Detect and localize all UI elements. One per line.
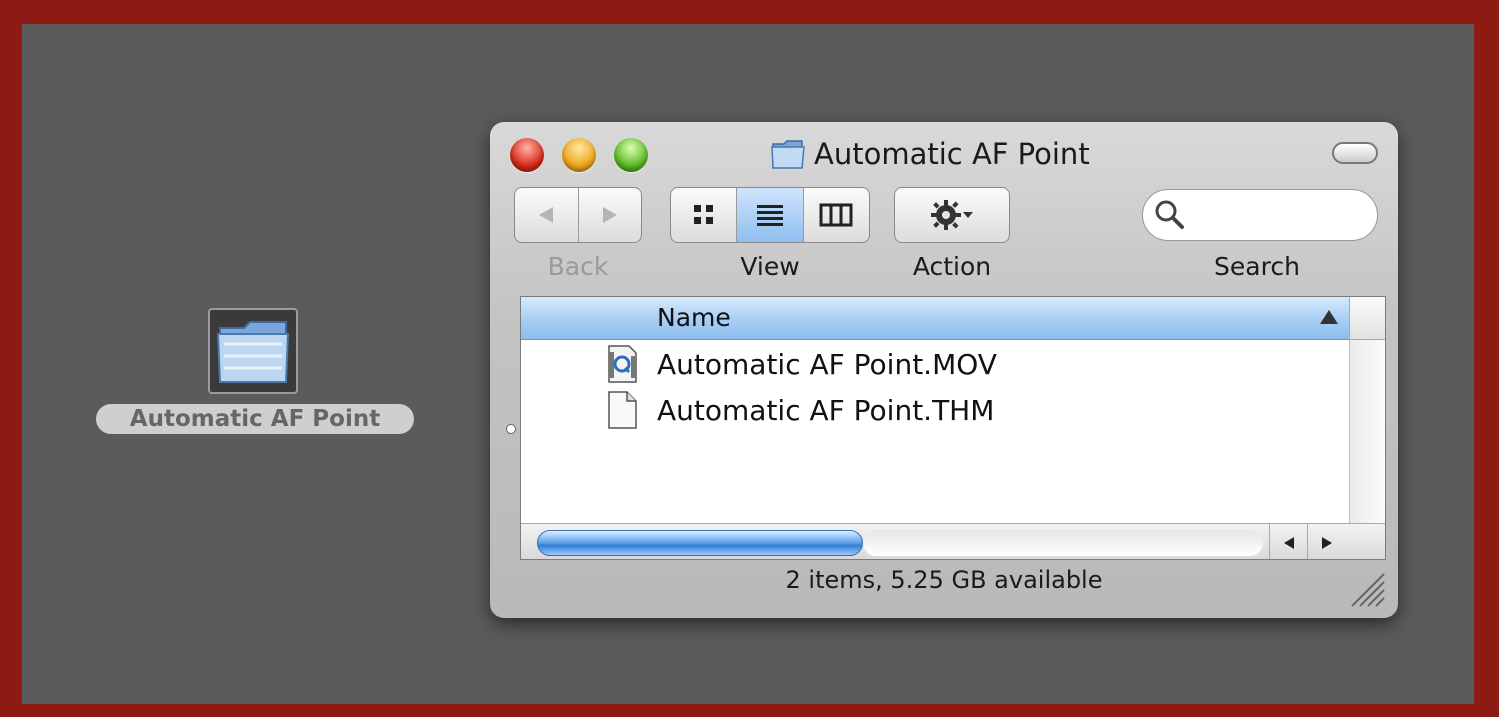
horizontal-scrollbar[interactable]: [521, 523, 1385, 559]
forward-button[interactable]: [577, 188, 642, 242]
right-arrow-icon: [602, 207, 617, 223]
right-arrow-icon: [1322, 536, 1332, 549]
column-header-name[interactable]: Name: [521, 297, 1349, 340]
sort-ascending-icon: [1320, 310, 1338, 324]
gear-icon: [931, 200, 973, 230]
action-label: Action: [912, 252, 992, 281]
toolbar-toggle-button[interactable]: [1332, 142, 1378, 164]
back-label: Back: [547, 252, 609, 281]
resize-grip-icon[interactable]: [1346, 568, 1386, 608]
view-control: [670, 187, 870, 243]
window-title-text: Automatic AF Point: [814, 137, 1090, 171]
column-header-label: Name: [657, 303, 731, 332]
file-name: Automatic AF Point.MOV: [657, 347, 997, 381]
list-view-button[interactable]: [736, 188, 803, 242]
scroll-right-button[interactable]: [1307, 524, 1346, 559]
icon-view-button[interactable]: [671, 188, 736, 242]
folder-icon: [771, 140, 805, 169]
back-button[interactable]: [515, 188, 578, 242]
scroll-track[interactable]: [863, 530, 1263, 556]
left-arrow-icon: [539, 207, 554, 223]
list-view-icon: [756, 205, 783, 226]
scroll-left-button[interactable]: [1269, 524, 1308, 559]
icon-view-icon: [693, 205, 713, 224]
column-header-filler: [1349, 297, 1385, 340]
minimize-button[interactable]: [562, 138, 596, 172]
vertical-scrollbar[interactable]: [1349, 340, 1385, 524]
desktop-folder-label[interactable]: Automatic AF Point: [96, 404, 414, 434]
view-label: View: [740, 252, 800, 281]
list-item[interactable]: Automatic AF Point.MOV: [521, 341, 1349, 387]
list-item[interactable]: Automatic AF Point.THM: [521, 387, 1349, 433]
search-label: Search: [1214, 252, 1300, 281]
status-bar-text: 2 items, 5.25 GB available: [785, 566, 1103, 594]
action-button[interactable]: [894, 187, 1010, 243]
desktop-folder-icon[interactable]: [208, 308, 298, 394]
file-name: Automatic AF Point.THM: [657, 393, 995, 427]
search-icon: [1155, 200, 1184, 229]
back-forward-control: [514, 187, 642, 243]
close-button[interactable]: [510, 138, 544, 172]
search-input[interactable]: [1193, 200, 1367, 232]
zoom-button[interactable]: [614, 138, 648, 172]
scroll-thumb[interactable]: [537, 530, 863, 556]
document-icon: [608, 391, 637, 429]
file-list: Name Automatic AF Point.MOV Automatic AF…: [520, 296, 1386, 560]
window-title: Automatic AF Point: [770, 134, 1090, 174]
left-arrow-icon: [1284, 536, 1294, 549]
sidebar-resize-handle[interactable]: [506, 424, 516, 434]
search-field[interactable]: [1142, 189, 1378, 241]
folder-icon: [216, 321, 290, 383]
quicktime-movie-icon: [608, 345, 637, 383]
finder-window: Automatic AF Point Back View Action Sear…: [490, 122, 1398, 618]
column-view-button[interactable]: [802, 188, 869, 242]
column-view-icon: [819, 203, 853, 227]
